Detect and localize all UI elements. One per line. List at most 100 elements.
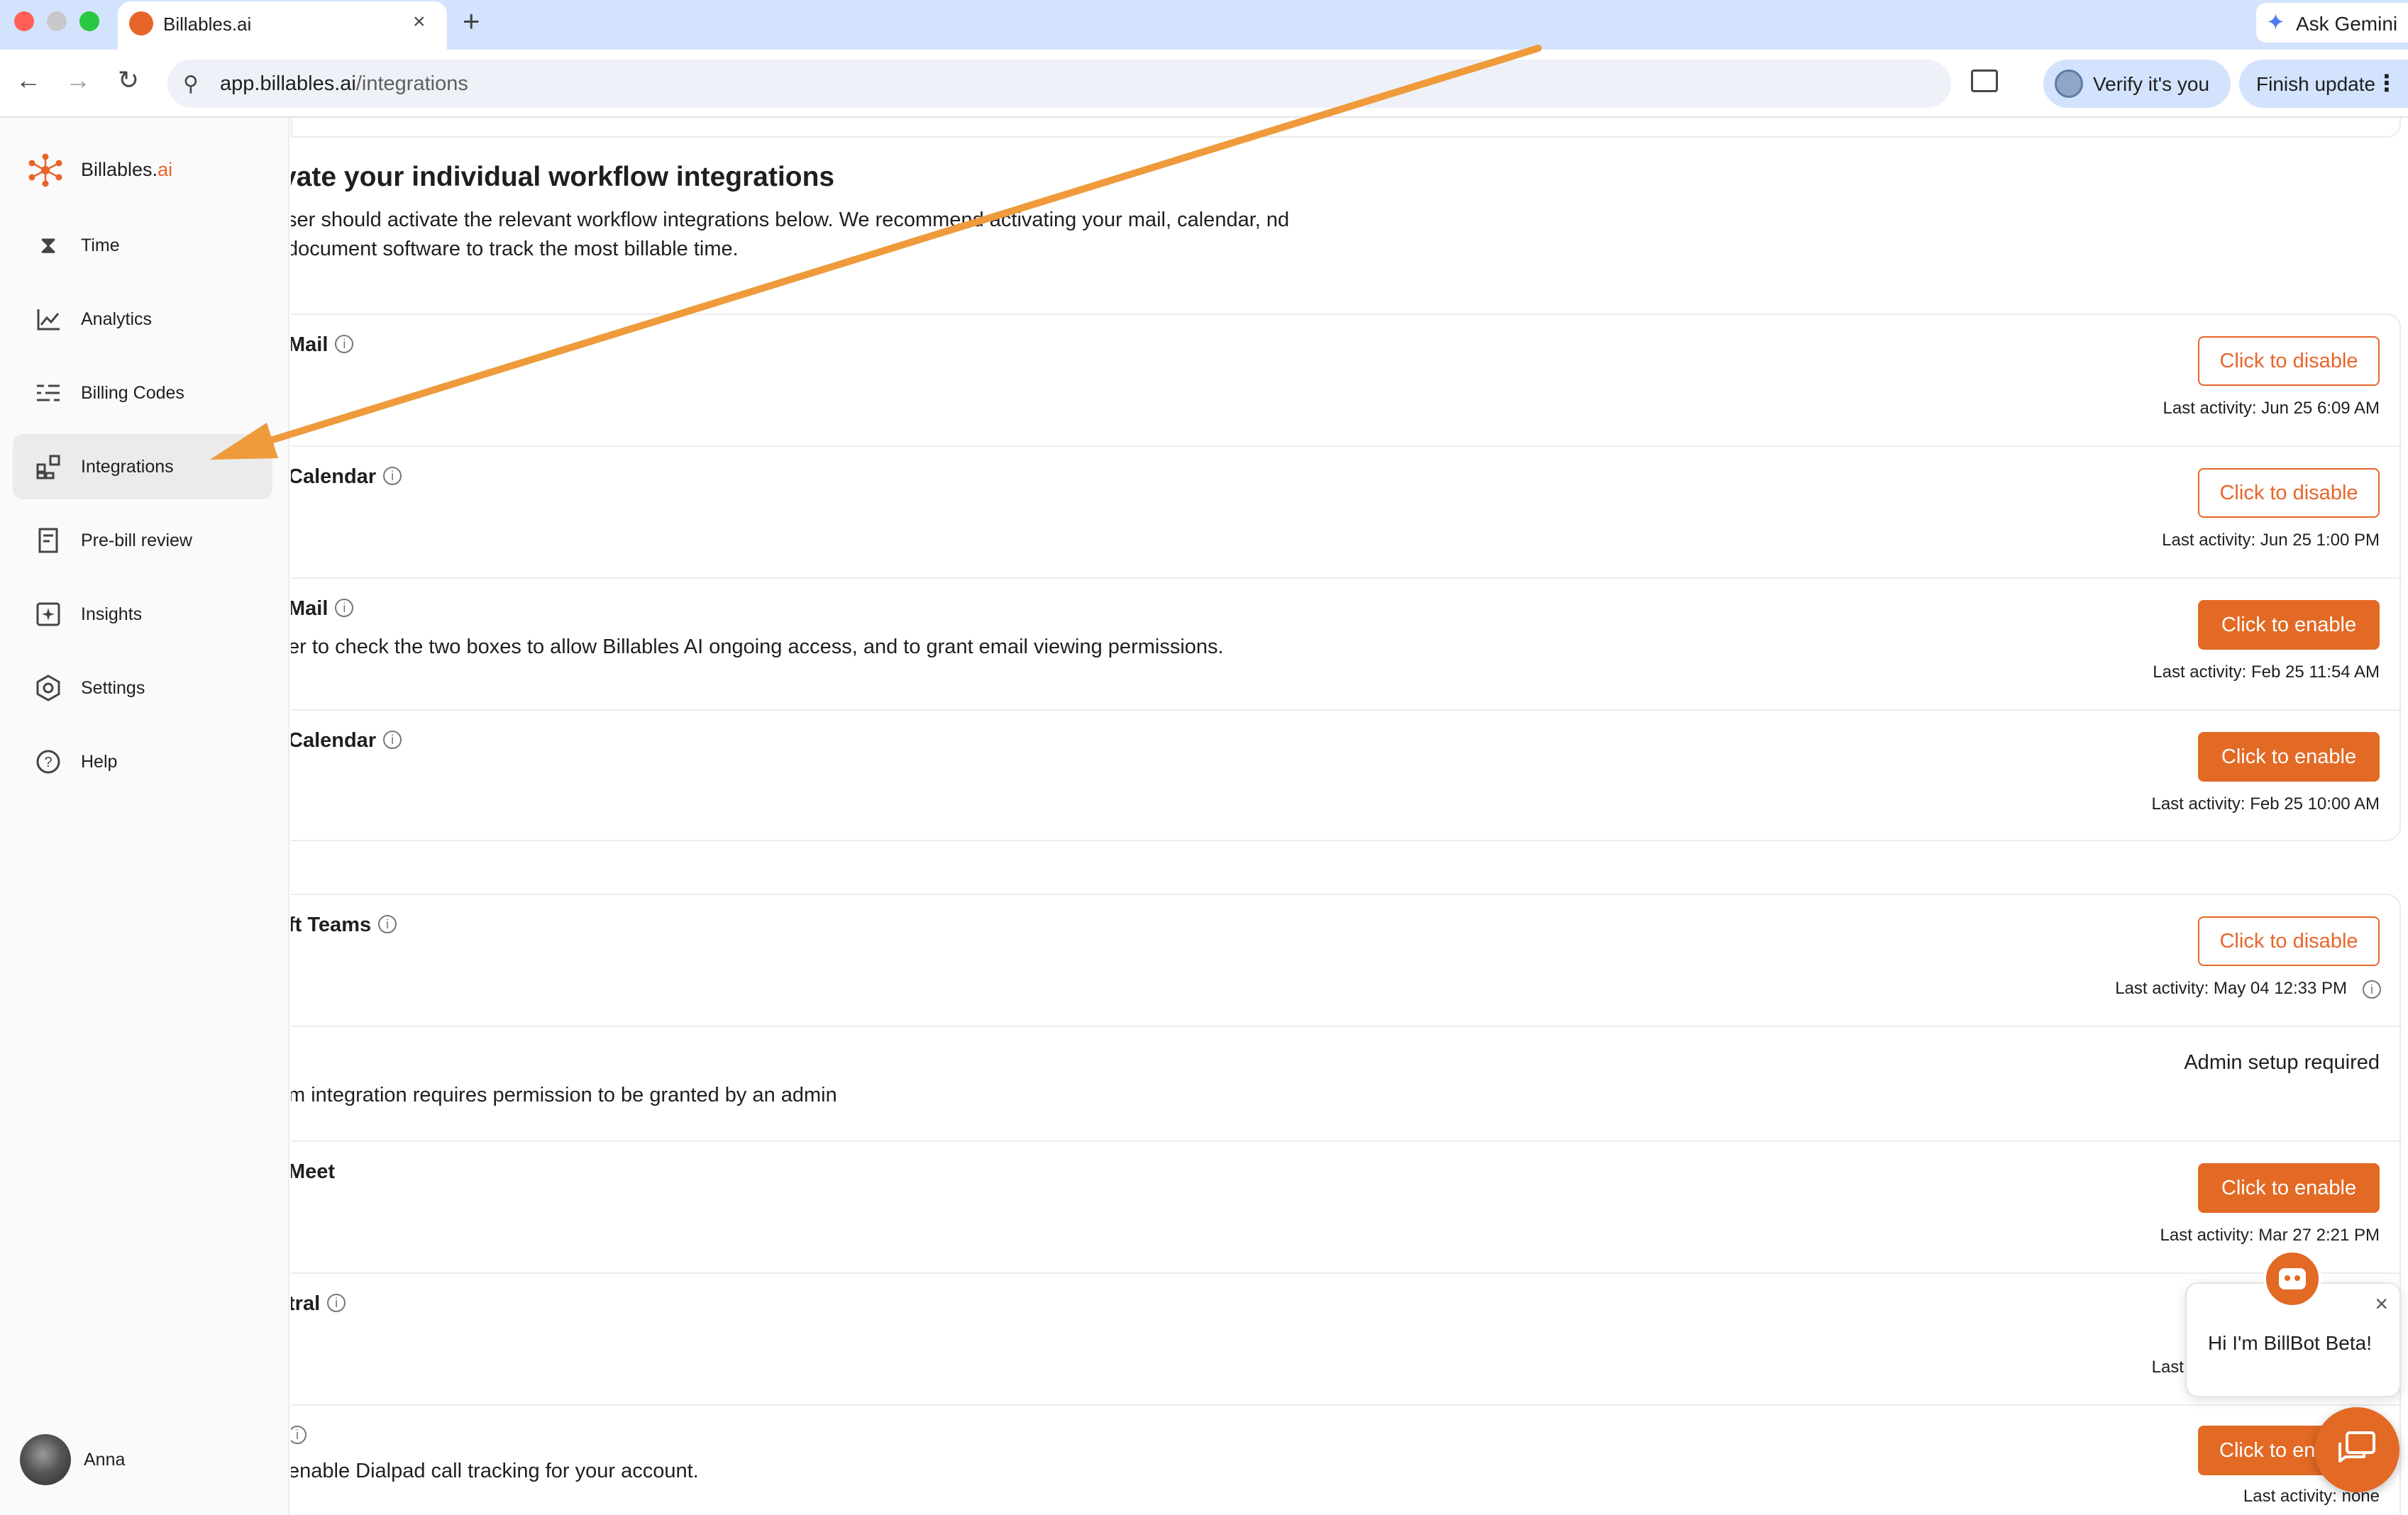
finish-update-button[interactable]: Finish update ⋮ (2239, 60, 2408, 108)
page-description: ser should activate the relevant workflo… (291, 209, 1290, 260)
integration-row: Mail i er to check the two boxes to allow… (291, 579, 2402, 711)
window-zoom-button[interactable] (79, 11, 99, 31)
click-to-enable-button[interactable]: Click to enable (2198, 600, 2380, 650)
last-activity-text: Last activity: Mar 27 2:21 PM (2160, 1226, 2380, 1245)
integration-row: Admin setup required m integration requi… (291, 1027, 2402, 1142)
info-icon[interactable]: i (335, 335, 354, 353)
info-icon[interactable]: i (327, 1294, 346, 1312)
last-activity-text: Last activity: Feb 25 11:54 AM (2153, 662, 2380, 682)
browser-tab-bar: Billables.ai × + ✦ Ask Gemini (0, 0, 2408, 50)
list-icon (37, 384, 60, 401)
grid-plus-icon (36, 455, 60, 479)
integration-title: i (291, 1424, 306, 1448)
integration-title: Mail i (291, 597, 354, 621)
integration-title-text: Meet (291, 1160, 336, 1183)
integration-row: Mail i Click to disable Last activity: Ju… (291, 315, 2402, 447)
sidebar-item-label: Insights (81, 604, 143, 624)
brand-name-text: Billables. (81, 159, 158, 180)
forward-button[interactable]: → (65, 65, 91, 95)
previous-card-edge (291, 118, 2401, 138)
integration-title-text: Mail (291, 333, 328, 356)
new-tab-button[interactable]: + (463, 4, 480, 38)
sidebar-item-label: Settings (81, 678, 145, 698)
chat-launcher-button[interactable] (2314, 1407, 2399, 1492)
info-icon[interactable]: i (383, 731, 402, 749)
sidebar-item-pre-bill-review[interactable]: Pre-bill review (13, 508, 272, 573)
integration-title-text: Mail (291, 597, 328, 620)
verify-label: Verify it's you (2093, 73, 2210, 95)
close-icon[interactable]: × (2375, 1291, 2388, 1317)
integration-title: Mail i (291, 333, 354, 357)
page-title: vate your individual workflow integratio… (291, 162, 835, 192)
gemini-sparkle-icon: ✦ (2266, 9, 2285, 35)
ask-gemini-label: Ask Gemini (2296, 13, 2398, 35)
sidebar-item-help[interactable]: ? Help (13, 729, 272, 794)
click-to-disable-button[interactable]: Click to disable (2198, 916, 2380, 966)
info-icon[interactable]: i (335, 599, 354, 617)
sidebar-item-label: Analytics (81, 309, 153, 329)
gear-icon (36, 675, 60, 701)
tab-close-icon[interactable]: × (413, 10, 426, 34)
google-lens-icon[interactable] (1971, 70, 1998, 92)
integration-row: i enable Dialpad call tracking for your … (291, 1406, 2402, 1515)
info-icon[interactable]: i (383, 467, 402, 485)
click-to-disable-button[interactable]: Click to disable (2198, 336, 2380, 386)
avatar (20, 1434, 71, 1485)
browser-tab-billables[interactable]: Billables.ai × (118, 1, 447, 50)
integration-description: m integration requires permission to be … (291, 1084, 837, 1106)
last-activity-text: Last activity: Jun 25 1:00 PM (2162, 531, 2380, 550)
click-to-enable-button[interactable]: Click to enable (2198, 732, 2380, 782)
integration-description: er to check the two boxes to allow Billa… (291, 636, 1224, 658)
verify-its-you-button[interactable]: Verify it's you (2043, 60, 2231, 108)
svg-text:?: ? (44, 755, 52, 770)
reload-button[interactable]: ↻ (118, 65, 139, 95)
integration-title: Calendar i (291, 729, 402, 753)
chat-bubble-icon (2338, 1431, 2375, 1463)
integration-row: Calendar i Click to disable Last activity… (291, 447, 2402, 579)
robot-eye (2294, 1275, 2300, 1281)
integration-title: tral i (291, 1292, 346, 1316)
sidebar-item-label: Billing Codes (81, 383, 184, 403)
sidebar-item-analytics[interactable]: Analytics (13, 287, 272, 352)
address-bar[interactable]: ⚲ app.billables.ai/integrations ☆ (167, 60, 2082, 108)
admin-setup-required-text: Admin setup required (2184, 1051, 2380, 1074)
click-to-disable-button[interactable]: Click to disable (2198, 468, 2380, 518)
finish-update-label: Finish update (2256, 73, 2376, 95)
profile-avatar-icon (2055, 70, 2083, 98)
ask-gemini-button[interactable]: ✦ Ask Gemini (2256, 3, 2408, 43)
sidebar-item-label: Time (81, 235, 120, 255)
back-button[interactable]: ← (16, 65, 41, 95)
robot-face (2279, 1268, 2306, 1289)
integration-title: Calendar i (291, 465, 402, 489)
integrations-card-secondary: ft Teams i Click to disable Last activity… (291, 894, 2402, 1515)
site-info-icon[interactable]: ⚲ (183, 72, 199, 96)
sidebar-item-label: Help (81, 752, 118, 772)
sidebar-item-billing-codes[interactable]: Billing Codes (13, 360, 272, 426)
click-to-enable-button[interactable]: Click to enable (2198, 1163, 2380, 1213)
sidebar-item-settings[interactable]: Settings (13, 655, 272, 721)
url-host: app.billables.ai (220, 72, 356, 95)
sidebar-item-insights[interactable]: Insights (13, 582, 272, 647)
sidebar-item-label: Pre-bill review (81, 531, 192, 550)
last-activity-text: Last activity: May 04 12:33 PM (2115, 979, 2347, 998)
info-icon[interactable]: i (378, 915, 397, 933)
last-activity-text: Last activity: Jun 25 6:09 AM (2163, 399, 2380, 418)
info-icon[interactable]: i (2363, 980, 2381, 999)
window-minimize-button[interactable] (47, 11, 67, 31)
sidebar-item-integrations[interactable]: Integrations (13, 434, 272, 499)
sidebar-item-label: Integrations (81, 457, 174, 477)
integration-row: tral i Last a (291, 1274, 2402, 1406)
url-path: /integrations (355, 72, 468, 95)
browser-menu-icon[interactable]: ⋮ (2375, 70, 2398, 96)
robot-eye (2285, 1275, 2290, 1281)
info-icon[interactable]: i (291, 1426, 306, 1444)
integration-title-text: tral (291, 1292, 321, 1315)
receipt-icon (38, 528, 58, 553)
last-activity-text: Last activity: Feb 25 10:00 AM (2151, 794, 2380, 814)
sidebar-item-time[interactable]: ⧗ Time (13, 213, 272, 278)
billbot-greeting: Hi I'm BillBot Beta! (2208, 1332, 2372, 1354)
billables-favicon-icon (129, 11, 153, 35)
main-content: vate your individual workflow integratio… (291, 118, 2408, 1515)
window-close-button[interactable] (14, 11, 34, 31)
url-text[interactable]: app.billables.ai/integrations (220, 72, 468, 96)
